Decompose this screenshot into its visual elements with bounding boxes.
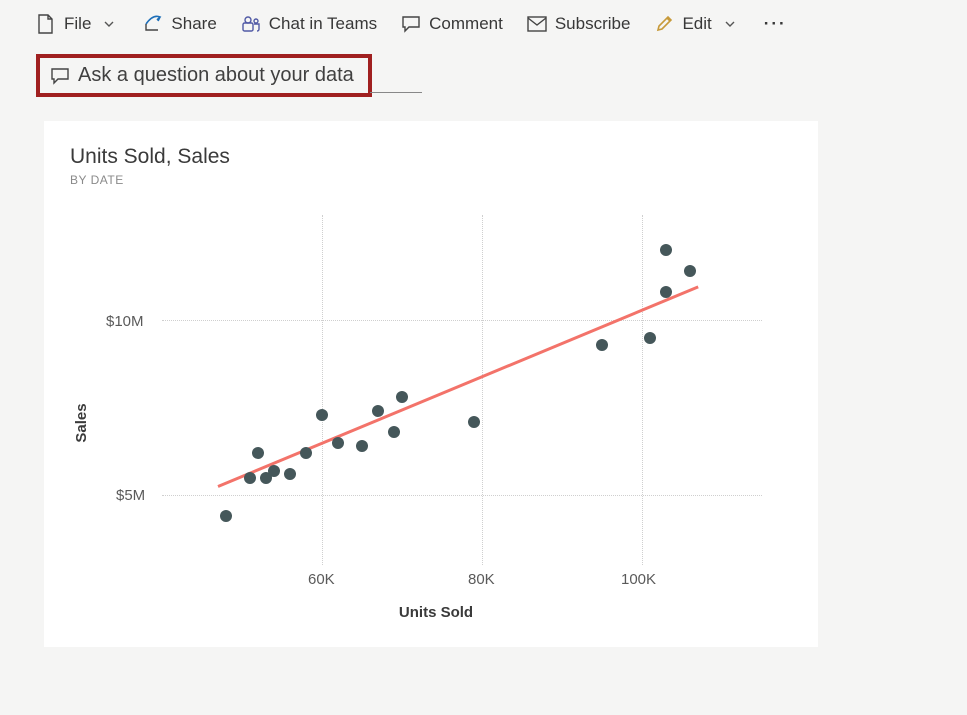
data-point — [684, 265, 696, 277]
subscribe-label: Subscribe — [555, 14, 631, 34]
data-point — [388, 426, 400, 438]
data-point — [284, 468, 296, 480]
edit-label: Edit — [682, 14, 711, 34]
subscribe-button[interactable]: Subscribe — [527, 14, 631, 34]
data-point — [468, 416, 480, 428]
pencil-icon — [654, 14, 674, 34]
data-point — [316, 409, 328, 421]
gridline-vertical — [642, 215, 643, 565]
y-tick-10m: $10M — [106, 313, 144, 330]
comment-button[interactable]: Comment — [401, 14, 503, 34]
x-axis-label: Units Sold — [399, 604, 473, 621]
share-button[interactable]: Share — [143, 14, 216, 34]
teams-icon — [241, 14, 261, 34]
chart-area: Sales Units Sold $10M $5M 60K 80K 100K — [96, 215, 776, 615]
chat-label: Chat in Teams — [269, 14, 377, 34]
x-tick-60k: 60K — [308, 571, 335, 588]
trend-line — [217, 285, 698, 487]
data-point — [268, 465, 280, 477]
comment-label: Comment — [429, 14, 503, 34]
y-tick-5m: $5M — [116, 487, 145, 504]
scatter-plot — [162, 215, 762, 565]
data-point — [300, 447, 312, 459]
data-point — [396, 391, 408, 403]
data-point — [220, 510, 232, 522]
x-tick-80k: 80K — [468, 571, 495, 588]
share-label: Share — [171, 14, 216, 34]
chat-teams-button[interactable]: Chat in Teams — [241, 14, 377, 34]
data-point — [356, 440, 368, 452]
gridline-vertical — [482, 215, 483, 565]
data-point — [660, 244, 672, 256]
chevron-down-icon — [720, 14, 740, 34]
comment-icon — [401, 14, 421, 34]
x-tick-100k: 100K — [621, 571, 656, 588]
share-icon — [143, 14, 163, 34]
data-point — [244, 472, 256, 484]
ellipsis-icon: ··· — [764, 14, 787, 34]
data-point — [252, 447, 264, 459]
top-toolbar: File Share Chat in Teams Comment Subscri… — [0, 0, 967, 48]
chart-subtitle: BY DATE — [70, 173, 802, 187]
edit-menu[interactable]: Edit — [654, 14, 739, 34]
qa-underline — [370, 92, 422, 93]
qa-row: Ask a question about your data — [36, 54, 967, 97]
chart-card: Units Sold, Sales BY DATE Sales Units So… — [44, 121, 818, 647]
qa-input[interactable]: Ask a question about your data — [78, 64, 354, 87]
more-options-button[interactable]: ··· — [764, 14, 787, 34]
gridline-vertical — [322, 215, 323, 565]
data-point — [660, 286, 672, 298]
data-point — [372, 405, 384, 417]
file-icon — [36, 14, 56, 34]
gridline-horizontal — [162, 320, 762, 321]
chevron-down-icon — [99, 14, 119, 34]
data-point — [596, 339, 608, 351]
file-menu[interactable]: File — [36, 14, 119, 34]
file-label: File — [64, 14, 91, 34]
mail-icon — [527, 14, 547, 34]
gridline-horizontal — [162, 495, 762, 496]
data-point — [644, 332, 656, 344]
comment-icon — [50, 66, 70, 86]
y-axis-label: Sales — [73, 403, 90, 442]
data-point — [332, 437, 344, 449]
chart-title: Units Sold, Sales — [70, 145, 802, 169]
qa-input-highlight: Ask a question about your data — [36, 54, 372, 97]
